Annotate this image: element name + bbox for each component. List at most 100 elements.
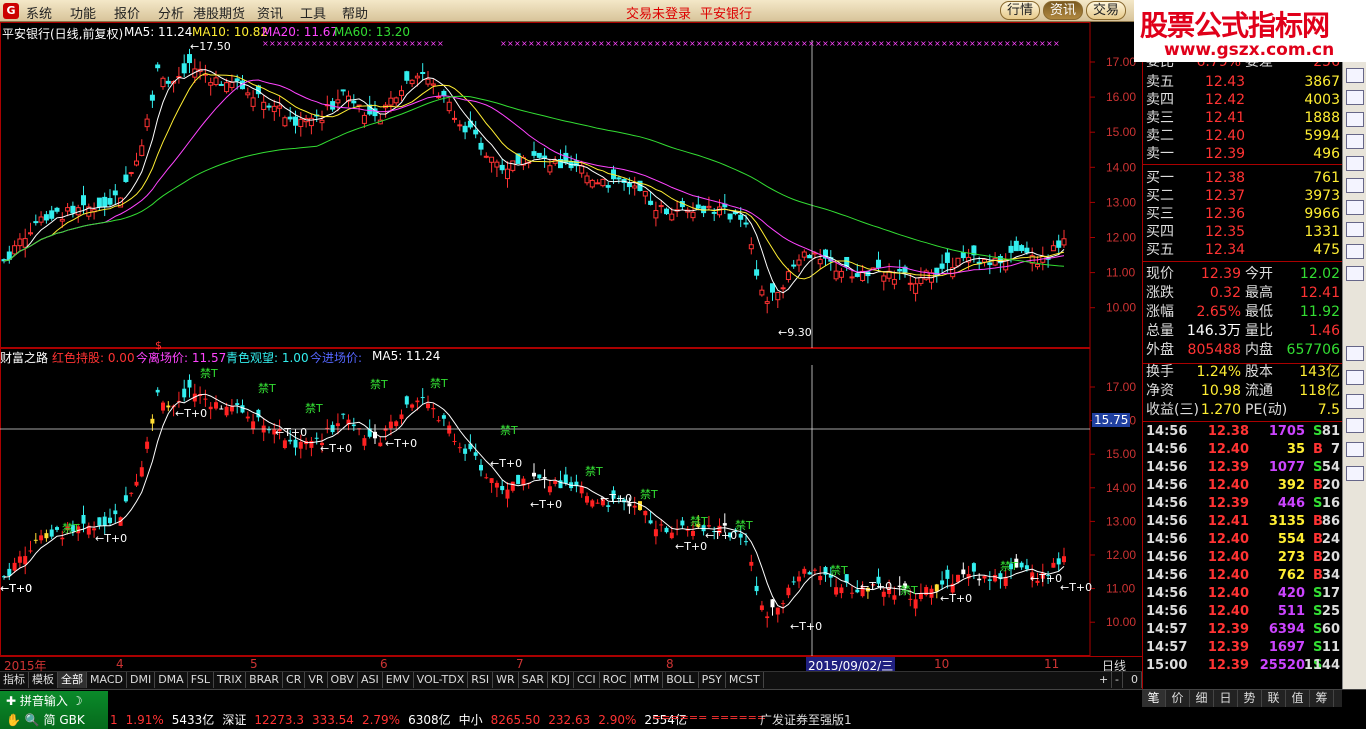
bid-row[interactable]: 买一 12.38 761 bbox=[1143, 169, 1343, 187]
right-panel-tab[interactable]: 势 bbox=[1238, 690, 1262, 707]
right-panel-tab[interactable]: 细 bbox=[1190, 690, 1214, 707]
indicator-tab[interactable]: RSI bbox=[468, 672, 494, 688]
ban-t-label: 禁T bbox=[1000, 560, 1018, 573]
signal-marker: × bbox=[948, 39, 955, 48]
calc-icon[interactable] bbox=[1346, 266, 1364, 281]
candle-body bbox=[801, 251, 807, 258]
divider bbox=[1143, 421, 1343, 422]
misc-icon[interactable] bbox=[1346, 466, 1364, 481]
bid-row[interactable]: 买二 12.37 3973 bbox=[1143, 187, 1343, 205]
indicator-tab[interactable]: DMI bbox=[127, 672, 156, 688]
zoom-in-icon[interactable] bbox=[1346, 68, 1364, 83]
signal-marker: × bbox=[997, 39, 1004, 48]
grid-icon[interactable] bbox=[1346, 222, 1364, 237]
kline-icon[interactable] bbox=[1346, 112, 1364, 127]
sub-candle-body bbox=[330, 424, 335, 433]
menu-item[interactable]: 资讯 bbox=[257, 3, 283, 22]
y-tick-label: 12.00 bbox=[1106, 231, 1136, 245]
indicator-tab[interactable]: OBV bbox=[328, 672, 358, 688]
indicator-tab[interactable]: SAR bbox=[519, 672, 549, 688]
candle-body bbox=[939, 263, 945, 269]
menu-item[interactable]: 港股期货 bbox=[193, 3, 245, 22]
indicator-tab[interactable]: MCST bbox=[726, 672, 764, 688]
indicator-tab[interactable]: 模板 bbox=[29, 672, 58, 688]
vol-icon[interactable] bbox=[1346, 394, 1364, 409]
indicator-tab[interactable]: DMA bbox=[155, 672, 188, 688]
trade-tick-row: 14:56 12.40 762 B 34 bbox=[1143, 567, 1343, 585]
trend-icon[interactable] bbox=[1346, 156, 1364, 171]
indicator-tab[interactable]: BRAR bbox=[246, 672, 284, 688]
rsi-icon[interactable] bbox=[1346, 346, 1364, 361]
top-nav-button[interactable]: 行情 bbox=[1000, 1, 1041, 20]
indicator-tab[interactable]: WR bbox=[493, 672, 519, 688]
menu-item[interactable]: 帮助 bbox=[342, 3, 368, 22]
signal-marker: × bbox=[808, 39, 815, 48]
quote-value: 146.3万 bbox=[1186, 323, 1241, 339]
bid-row[interactable]: 买五 12.34 475 bbox=[1143, 241, 1343, 259]
indicator-tab[interactable]: ASI bbox=[358, 672, 383, 688]
right-panel-tab[interactable]: 日 bbox=[1214, 690, 1238, 707]
indicator-tab[interactable]: EMV bbox=[383, 672, 414, 688]
reset-indicator-button[interactable]: 0 bbox=[1128, 672, 1142, 688]
menu-item[interactable]: 工具 bbox=[300, 3, 326, 22]
indicator-tab[interactable]: 指标 bbox=[0, 672, 29, 688]
signal-marker: × bbox=[584, 39, 591, 48]
line-icon[interactable] bbox=[1346, 134, 1364, 149]
indicator-tab[interactable]: CCI bbox=[574, 672, 600, 688]
indicator-tab[interactable]: MACD bbox=[87, 672, 127, 688]
indicator-tab[interactable]: FSL bbox=[188, 672, 214, 688]
list-icon[interactable] bbox=[1346, 178, 1364, 193]
right-panel-tab[interactable]: 联 bbox=[1262, 690, 1286, 707]
remove-indicator-button[interactable]: - bbox=[1112, 672, 1123, 688]
ticker-item: 深证 bbox=[222, 713, 247, 727]
quote-value: 143亿 bbox=[1299, 364, 1340, 380]
menu-item[interactable]: 报价 bbox=[114, 3, 140, 22]
right-panel-tab[interactable]: 筹 bbox=[1310, 690, 1334, 707]
right-panel-tab[interactable]: 价 bbox=[1166, 690, 1190, 707]
indicator-tab[interactable]: ROC bbox=[600, 672, 631, 688]
indicator-tab[interactable]: 全部 bbox=[58, 672, 87, 688]
signal-marker: × bbox=[1032, 39, 1039, 48]
indicator-tab[interactable]: MTM bbox=[631, 672, 664, 688]
zoom-out-icon[interactable] bbox=[1346, 90, 1364, 105]
candle-body bbox=[711, 211, 717, 214]
ime-toolbar[interactable]: ✚ 拼音输入 ☽ ✋ 🔍 简 GBK bbox=[0, 691, 108, 729]
sub-candle-body bbox=[150, 418, 155, 424]
menu-item[interactable]: 功能 bbox=[70, 3, 96, 22]
ask-row[interactable]: 卖五 12.43 3867 bbox=[1143, 73, 1343, 91]
indicator-tab[interactable]: VOL-TDX bbox=[414, 672, 469, 688]
menu-item[interactable]: 分析 bbox=[158, 3, 184, 22]
ask-row[interactable]: 卖四 12.42 4003 bbox=[1143, 91, 1343, 109]
move-icon[interactable] bbox=[1346, 370, 1364, 385]
signal-marker: × bbox=[262, 39, 269, 48]
f6-icon[interactable] bbox=[1346, 442, 1364, 457]
menu-item[interactable]: 系统 bbox=[26, 3, 52, 22]
ask-row[interactable]: 卖三 12.41 1888 bbox=[1143, 109, 1343, 127]
bid-row[interactable]: 买三 12.36 9966 bbox=[1143, 205, 1343, 223]
kline-chart-area[interactable]: 17.0017.0016.0016.0015.0015.0014.0014.00… bbox=[0, 22, 1142, 656]
right-panel-tab[interactable]: 笔 bbox=[1142, 690, 1166, 707]
indicator-tab[interactable]: KDJ bbox=[548, 672, 574, 688]
indicator-tab[interactable]: PSY bbox=[699, 672, 726, 688]
ask-row[interactable]: 卖一 12.39 496 bbox=[1143, 145, 1343, 163]
right-panel-tab[interactable]: 值 bbox=[1286, 690, 1310, 707]
signal-marker: × bbox=[339, 39, 346, 48]
kline-chart-svg[interactable]: 17.0017.0016.0016.0015.0015.0014.0014.00… bbox=[0, 22, 1142, 656]
candle-body bbox=[727, 213, 733, 220]
top-nav-button[interactable]: 资讯 bbox=[1043, 1, 1084, 20]
bid-row[interactable]: 买四 12.35 1331 bbox=[1143, 223, 1343, 241]
ime-label[interactable]: ✚ 拼音输入 ☽ bbox=[6, 692, 82, 709]
f5-icon[interactable] bbox=[1346, 418, 1364, 433]
signal-marker: × bbox=[731, 39, 738, 48]
indicator-tab[interactable]: VR bbox=[305, 672, 328, 688]
fs-icon[interactable] bbox=[1346, 244, 1364, 259]
f10-icon[interactable] bbox=[1346, 200, 1364, 215]
ime-mode[interactable]: ✋ 🔍 简 GBK bbox=[6, 711, 85, 728]
ask-row[interactable]: 卖二 12.40 5994 bbox=[1143, 127, 1343, 145]
candle-body bbox=[165, 80, 171, 84]
top-nav-button[interactable]: 交易 bbox=[1086, 1, 1127, 20]
indicator-tab[interactable]: TRIX bbox=[214, 672, 247, 688]
indicator-tab[interactable]: CR bbox=[283, 672, 306, 688]
indicator-tab[interactable]: BOLL bbox=[663, 672, 699, 688]
add-indicator-button[interactable]: + bbox=[1096, 672, 1113, 688]
